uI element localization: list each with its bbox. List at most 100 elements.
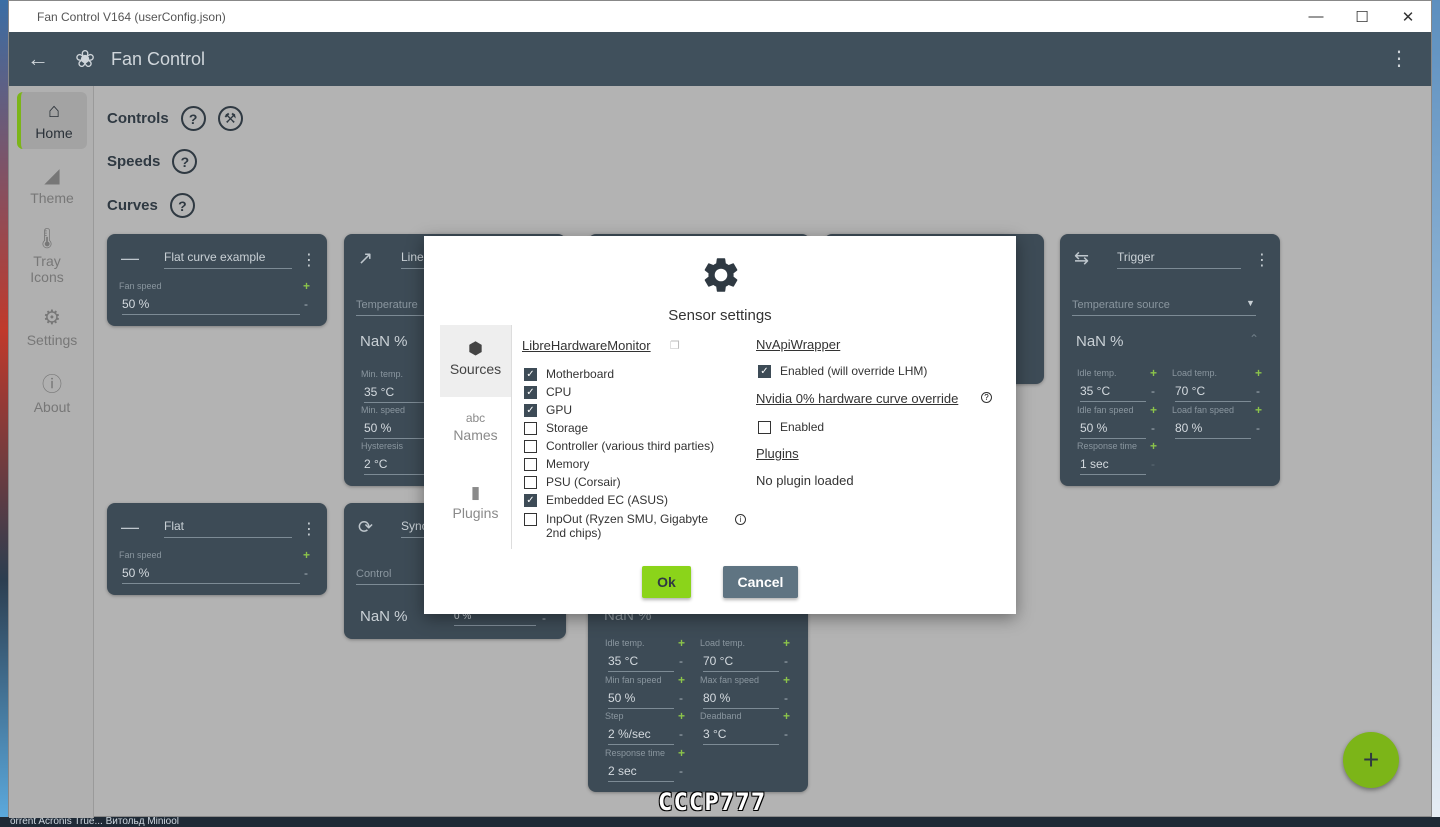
curve-name[interactable]: Trigger: [1117, 250, 1241, 269]
nvapi-heading[interactable]: NvApiWrapper: [756, 337, 840, 352]
lhm-sensor-checkbox[interactable]: ✓ GPU: [524, 403, 744, 417]
nav-theme[interactable]: ◢ Theme: [17, 155, 87, 214]
minus-icon[interactable]: -: [679, 691, 683, 705]
plus-icon[interactable]: +: [1150, 403, 1157, 417]
minus-icon[interactable]: -: [304, 566, 308, 580]
lhm-sensor-checkbox[interactable]: Controller (various third parties): [524, 439, 744, 453]
checkbox-checked[interactable]: ✓: [758, 365, 771, 378]
copy-icon[interactable]: ❐: [670, 339, 680, 352]
info-icon[interactable]: i: [735, 514, 746, 525]
load-temp-value[interactable]: 70 °C: [1175, 384, 1251, 402]
plus-icon[interactable]: +: [678, 673, 685, 687]
nvidia-override-heading[interactable]: Nvidia 0% hardware curve override: [756, 391, 958, 406]
plus-icon[interactable]: +: [678, 746, 685, 760]
nav-about[interactable]: ⓘ About: [17, 360, 87, 423]
more-vert-icon[interactable]: ⋮: [301, 250, 317, 270]
plus-icon[interactable]: +: [1150, 366, 1157, 380]
plus-icon[interactable]: +: [1255, 403, 1262, 417]
lhm-sensor-checkbox[interactable]: Memory: [524, 457, 744, 471]
minus-icon[interactable]: -: [1151, 384, 1155, 398]
lhm-heading[interactable]: LibreHardwareMonitor: [522, 338, 651, 353]
more-vert-icon[interactable]: ⋮: [1254, 250, 1270, 270]
checkbox-checked[interactable]: ✓: [524, 404, 537, 417]
help-icon[interactable]: ?: [172, 149, 198, 174]
tab-names[interactable]: abc Names: [440, 397, 511, 469]
add-fab-button[interactable]: +: [1343, 732, 1399, 788]
plus-icon[interactable]: +: [783, 709, 790, 723]
cancel-button[interactable]: Cancel: [723, 566, 798, 598]
lhm-sensor-checkbox[interactable]: Storage: [524, 421, 744, 435]
help-icon[interactable]: ?: [169, 193, 195, 218]
checkbox-checked[interactable]: ✓: [524, 386, 537, 399]
response-time-value[interactable]: 1 sec: [1080, 457, 1146, 475]
checkbox-unchecked[interactable]: [524, 458, 537, 471]
load-temp-value[interactable]: 70 °C: [703, 654, 779, 672]
idle-temp-value[interactable]: 35 °C: [1080, 384, 1146, 402]
close-button[interactable]: ✕: [1385, 1, 1431, 32]
idle-temp-value[interactable]: 35 °C: [608, 654, 674, 672]
minus-icon[interactable]: -: [784, 727, 788, 741]
tab-plugins[interactable]: ▮ Plugins: [440, 469, 511, 541]
checkbox-unchecked[interactable]: [524, 513, 537, 526]
ok-button[interactable]: Ok: [642, 566, 691, 598]
nvapi-enabled-checkbox[interactable]: ✓ Enabled (will override LHM): [758, 364, 927, 378]
temperature-source-select[interactable]: Temperature source: [1072, 299, 1256, 316]
step-value[interactable]: 2 %/sec: [608, 727, 674, 745]
help-icon[interactable]: ?: [180, 106, 206, 131]
deadband-value[interactable]: 3 °C: [703, 727, 779, 745]
plus-icon[interactable]: +: [783, 673, 790, 687]
lhm-sensor-checkbox[interactable]: ✓ Motherboard: [524, 367, 744, 381]
plugins-heading[interactable]: Plugins: [756, 446, 799, 461]
checkbox-unchecked[interactable]: [524, 422, 537, 435]
response-time-value[interactable]: 2 sec: [608, 764, 674, 782]
fan-speed-value[interactable]: 50 %: [122, 566, 300, 584]
curve-name[interactable]: Flat curve example: [164, 250, 292, 269]
curve-card-flat[interactable]: — Flat ⋮ Fan speed + 50 % -: [107, 503, 327, 595]
load-fan-value[interactable]: 80 %: [1175, 421, 1251, 439]
minus-icon[interactable]: -: [304, 297, 308, 311]
minus-icon[interactable]: -: [1151, 421, 1155, 435]
minimize-button[interactable]: —: [1293, 1, 1339, 32]
minus-icon[interactable]: -: [679, 727, 683, 741]
tab-sources[interactable]: ⬢ Sources: [440, 325, 511, 397]
curve-name[interactable]: Flat: [164, 519, 292, 538]
checkbox-checked[interactable]: ✓: [524, 368, 537, 381]
checkbox-unchecked[interactable]: [524, 476, 537, 489]
curve-card-trigger[interactable]: ⇆ Trigger ⋮ Temperature source ▼ NaN % ⌃…: [1060, 234, 1280, 486]
min-fan-value[interactable]: 50 %: [608, 691, 674, 709]
wrench-icon[interactable]: ⚒: [217, 106, 243, 131]
minus-icon[interactable]: -: [679, 654, 683, 668]
plus-icon[interactable]: +: [303, 548, 310, 562]
lhm-sensor-checkbox[interactable]: ✓ Embedded EC (ASUS): [524, 493, 744, 507]
plus-icon[interactable]: +: [1150, 439, 1157, 453]
back-arrow-icon[interactable]: ←: [9, 46, 67, 72]
plus-icon[interactable]: +: [303, 279, 310, 293]
fan-speed-value[interactable]: 50 %: [122, 297, 300, 315]
more-vert-icon[interactable]: ⋮: [1389, 46, 1409, 71]
minus-icon[interactable]: -: [784, 691, 788, 705]
lhm-sensor-checkbox[interactable]: ✓ CPU: [524, 385, 744, 399]
info-icon[interactable]: ?: [981, 392, 992, 403]
plus-icon[interactable]: +: [783, 636, 790, 650]
minus-icon[interactable]: -: [784, 654, 788, 668]
lhm-sensor-checkbox[interactable]: InpOut (Ryzen SMU, Gigabyte 2nd chips) i: [524, 512, 746, 540]
checkbox-unchecked[interactable]: [758, 421, 771, 434]
chevron-up-icon[interactable]: ⌃: [1249, 332, 1259, 346]
plus-icon[interactable]: +: [1255, 366, 1262, 380]
plus-icon[interactable]: +: [678, 709, 685, 723]
minus-icon[interactable]: -: [1256, 384, 1260, 398]
more-vert-icon[interactable]: ⋮: [301, 519, 317, 539]
nvidia-override-enabled-checkbox[interactable]: Enabled: [758, 420, 824, 434]
lhm-sensor-checkbox[interactable]: PSU (Corsair): [524, 475, 744, 489]
maximize-button[interactable]: ☐: [1339, 1, 1385, 32]
curve-card-flat-example[interactable]: — Flat curve example ⋮ Fan speed + 50 % …: [107, 234, 327, 326]
minus-icon[interactable]: -: [679, 764, 683, 778]
idle-fan-value[interactable]: 50 %: [1080, 421, 1146, 439]
minus-icon[interactable]: -: [1151, 457, 1155, 471]
dropdown-arrow-icon[interactable]: ▼: [1246, 298, 1255, 308]
nav-settings[interactable]: ⚙ Settings: [17, 297, 87, 356]
nav-tray-icons[interactable]: 🌡 Tray Icons: [17, 218, 77, 293]
nav-home[interactable]: ⌂ Home: [17, 92, 87, 149]
checkbox-checked[interactable]: ✓: [524, 494, 537, 507]
plus-icon[interactable]: +: [678, 636, 685, 650]
